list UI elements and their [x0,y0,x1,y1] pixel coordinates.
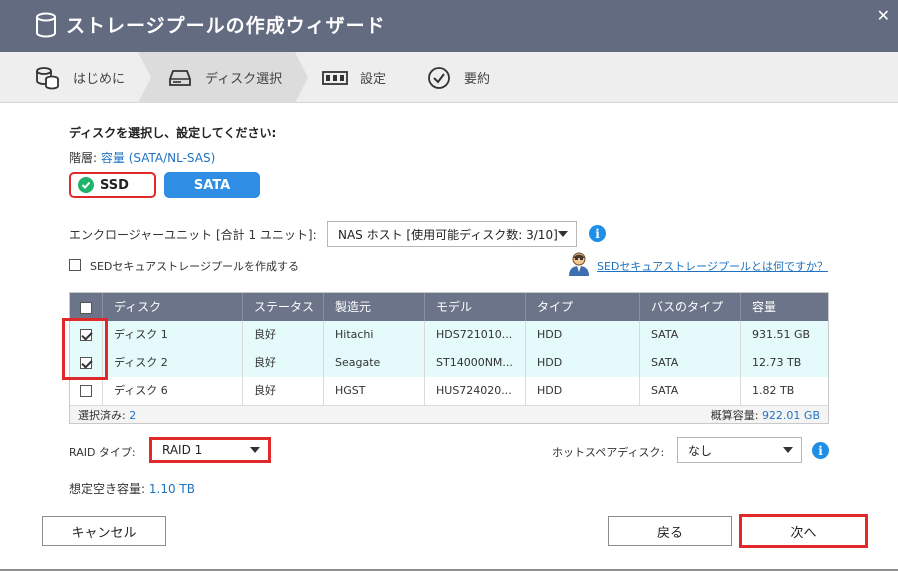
expected-free-capacity-value: 1.10 TB [148,482,195,496]
database-icon [36,12,56,38]
model-cell: ST14000NM... [424,349,525,377]
chevron-down-icon [783,447,793,453]
hot-spare-label: ホットスペアディスク: [552,446,665,459]
capacity-cell: 1.82 TB [740,377,828,405]
row-check-cell [70,377,102,405]
step-label: 要約 [464,72,491,87]
table-row[interactable]: ディスク 1 良好 Hitachi HDS721010... HDD SATA … [70,321,828,349]
cancel-button[interactable]: キャンセル [42,516,166,546]
column-header[interactable]: ステータス [242,293,323,321]
step-label: 設定 [360,72,387,87]
enclosure-value: NAS ホスト [使用可能ディスク数: 3/10] [338,227,558,242]
enclosure-label: エンクロージャーユニット [合計 1 ユニット]: [69,228,317,242]
section-heading: ディスクを選択し、設定してください: [69,126,277,140]
chevron-down-icon [558,231,568,237]
table-header: ディスク ステータス 製造元 モデル タイプ バスのタイプ 容量 [70,293,828,321]
selected-count-label: 選択済み: [78,408,126,422]
disk-cell: ディスク 1 [102,321,242,349]
tier-value: 容量 (SATA/NL-SAS) [100,151,216,165]
hot-spare-value: なし [688,443,713,458]
bus-cell: SATA [639,349,740,377]
check-icon [78,177,94,193]
table-row[interactable]: ディスク 6 良好 HGST HUS724020... HDD SATA 1.8… [70,377,828,405]
column-header[interactable]: ディスク [102,293,242,321]
status-cell: 良好 [242,349,323,377]
raid-type-select[interactable]: RAID 1 [149,437,271,463]
next-button[interactable]: 次へ [739,514,868,548]
selected-count-value: 2 [129,408,137,422]
tier-sata-button[interactable]: SATA [164,172,260,198]
chevron-down-icon [250,447,260,453]
raid-type-value: RAID 1 [162,443,203,457]
step-label: ディスク選択 [205,72,283,87]
step-summary: 要約 [426,52,490,103]
model-cell: HDS721010... [424,321,525,349]
tier-ssd-button[interactable]: SSD [69,172,156,198]
tier-ssd-label: SSD [100,177,129,193]
enclosure-select[interactable]: NAS ホスト [使用可能ディスク数: 3/10] [327,221,577,247]
info-icon[interactable]: i [812,442,829,459]
check-circle-icon [426,66,452,90]
column-header[interactable]: モデル [424,293,525,321]
capacity-cell: 931.51 GB [740,321,828,349]
info-icon[interactable]: i [589,225,606,242]
back-button[interactable]: 戻る [608,516,732,546]
close-icon[interactable]: ✕ [877,6,890,25]
row-checkbox[interactable] [80,385,92,397]
raid-type-label: RAID タイプ: [69,446,136,459]
selected-count: 選択済み: 2 [78,407,136,423]
column-header[interactable]: 容量 [740,293,828,321]
tier-line: 階層: 容量 (SATA/NL-SAS) [69,149,215,166]
title-bar: ストレージプールの作成ウィザード ✕ [0,0,898,52]
estimated-capacity: 概算容量: 922.01 GB [711,407,820,423]
window-title: ストレージプールの作成ウィザード [66,15,386,37]
sed-help-link[interactable]: SEDセキュアストレージプールとは何ですか？ [597,258,828,274]
help-person-icon [569,252,589,276]
model-cell: HUS724020... [424,377,525,405]
highlight-box [62,318,108,380]
database-icon [35,66,61,90]
sed-checkbox-label: SEDセキュアストレージプールを作成する [90,260,299,273]
status-cell: 良好 [242,377,323,405]
wizard-steps: はじめに ディスク選択 設定 要約 [0,52,898,103]
disk-drive-icon [167,66,193,90]
step-disk-select: ディスク選択 [167,52,282,103]
bus-cell: SATA [639,377,740,405]
expected-free-capacity-label: 想定空き容量: [69,482,146,496]
estimated-capacity-label: 概算容量: [710,408,759,422]
estimated-capacity-value: 922.01 GB [761,408,820,422]
disk-cell: ディスク 6 [102,377,242,405]
vendor-cell: Seagate [323,349,424,377]
type-cell: HDD [525,377,639,405]
hot-spare-select[interactable]: なし [677,437,802,463]
tier-label: 階層: [69,151,98,165]
select-all-cell [70,293,102,321]
step-settings: 設定 [322,52,386,103]
step-intro: はじめに [35,52,125,103]
expected-free-capacity: 想定空き容量: 1.10 TB [69,480,195,497]
disk-cell: ディスク 2 [102,349,242,377]
status-cell: 良好 [242,321,323,349]
step-label: はじめに [73,72,126,87]
column-header[interactable]: 製造元 [323,293,424,321]
sed-checkbox[interactable] [69,259,81,271]
table-footer: 選択済み: 2 概算容量: 922.01 GB [70,405,828,423]
column-header[interactable]: バスのタイプ [639,293,740,321]
select-all-checkbox[interactable] [80,301,92,314]
type-cell: HDD [525,321,639,349]
vendor-cell: HGST [323,377,424,405]
column-header[interactable]: タイプ [525,293,639,321]
capacity-cell: 12.73 TB [740,349,828,377]
type-cell: HDD [525,349,639,377]
bus-cell: SATA [639,321,740,349]
table-row[interactable]: ディスク 2 良好 Seagate ST14000NM... HDD SATA … [70,349,828,377]
settings-icon [322,66,348,90]
vendor-cell: Hitachi [323,321,424,349]
disk-table: ディスク ステータス 製造元 モデル タイプ バスのタイプ 容量 ディスク 1 … [69,292,829,424]
